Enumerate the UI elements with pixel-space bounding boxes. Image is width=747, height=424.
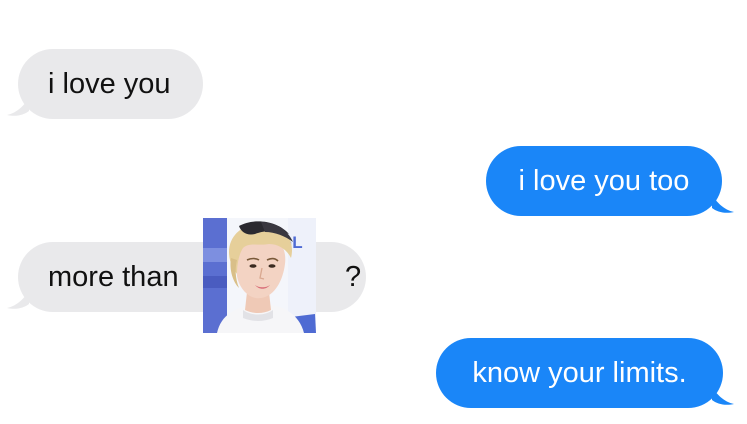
sent-message-bubble: know your limits. xyxy=(436,338,723,408)
received-message-bubble: i love you xyxy=(18,49,203,119)
sent-bubble-tail xyxy=(712,386,734,405)
message-text: i love you xyxy=(48,67,171,100)
received-bubble-tail xyxy=(7,97,29,116)
received-bubble-tail xyxy=(7,290,29,309)
person-photo-image: GL xyxy=(203,218,316,333)
sent-bubble-tail xyxy=(712,194,734,213)
person-photo: GL xyxy=(203,218,316,333)
message-text: more than xyxy=(48,260,179,293)
message-text: know your limits. xyxy=(472,356,687,389)
message-text: i love you too xyxy=(518,164,690,197)
sent-message-bubble: i love you too xyxy=(486,146,722,216)
message-text: ? xyxy=(345,260,362,293)
